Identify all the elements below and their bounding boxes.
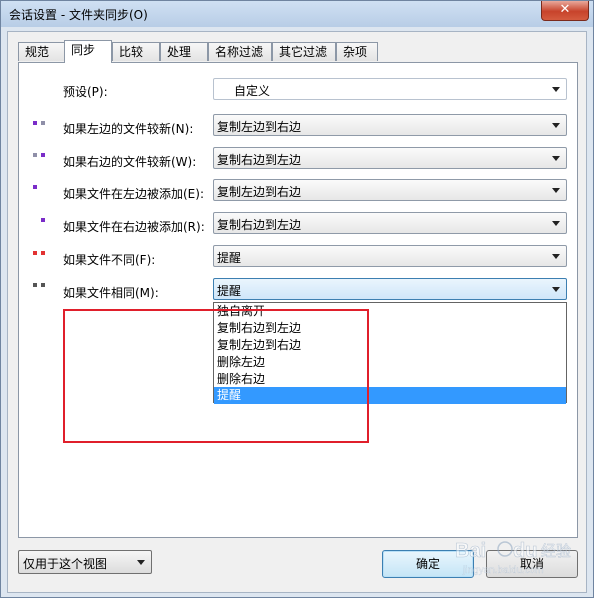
right-newer-select[interactable]: 复制右边到左边 [213, 147, 567, 169]
indicator-dot [41, 218, 45, 222]
indicator-dot [41, 121, 45, 125]
indicator-dot [33, 251, 37, 255]
rule-label-left-added: 如果文件在左边被添加(E): [63, 187, 204, 201]
rule-indicator-icon [33, 283, 47, 287]
indicator-dot [33, 185, 37, 189]
rule-label-right-newer: 如果右边的文件较新(W): [63, 155, 197, 169]
title-bar[interactable]: 会话设置 - 文件夹同步(O) ✕ [1, 1, 593, 27]
chevron-down-icon [552, 123, 560, 128]
chevron-down-icon [137, 560, 145, 565]
right-newer-value: 复制右边到左边 [217, 153, 302, 167]
rule-label-right-added: 如果文件在右边被添加(R): [63, 220, 205, 234]
rule-label-different: 如果文件不同(F): [63, 253, 156, 267]
dialog-client: 规范 同步 比较 处理 名称过滤 其它过滤 杂项 预设(P): 自定义 如果左边… [7, 31, 587, 593]
sync-panel: 预设(P): 自定义 如果左边的文件较新(N): 复制左边到右边 如果右边的文件… [18, 62, 578, 538]
dropdown-option-leave-alone[interactable]: 独自离开 [214, 303, 566, 320]
scope-select[interactable]: 仅用于这个视图 [18, 550, 152, 574]
preset-value: 自定义 [234, 84, 271, 98]
rule-indicator-icon [41, 218, 55, 222]
tab-handling[interactable]: 处理 [160, 42, 208, 61]
chevron-down-icon [552, 87, 560, 92]
rule-label-same: 如果文件相同(M): [63, 286, 159, 300]
indicator-dot [41, 251, 45, 255]
chevron-down-icon [552, 156, 560, 161]
tab-compare[interactable]: 比较 [112, 42, 160, 61]
left-newer-select[interactable]: 复制左边到右边 [213, 114, 567, 136]
watermark-site: 经验 [541, 542, 571, 560]
left-added-value: 复制左边到右边 [217, 185, 302, 199]
rule-indicator-icon [33, 185, 47, 189]
dropdown-option-copy-right-to-left[interactable]: 复制右边到左边 [214, 320, 566, 337]
chevron-down-icon [552, 188, 560, 193]
tab-sync[interactable]: 同步 [64, 40, 112, 63]
indicator-dot [41, 283, 45, 287]
indicator-dot [33, 283, 37, 287]
paw-icon [497, 541, 513, 557]
indicator-dot [33, 153, 37, 157]
preset-select[interactable]: 自定义 [213, 78, 567, 100]
different-value: 提醒 [217, 251, 242, 265]
baidu-watermark-logo: Bai du 经验 jingyan.baidu.com [455, 540, 572, 576]
chevron-down-icon [552, 287, 560, 292]
indicator-dot [41, 153, 45, 157]
right-added-value: 复制右边到左边 [217, 218, 302, 232]
same-value: 提醒 [217, 284, 242, 298]
rule-indicator-icon [33, 121, 47, 125]
preset-label: 预设(P): [63, 85, 108, 99]
chevron-down-icon [552, 254, 560, 259]
same-select[interactable]: 提醒 [213, 278, 567, 300]
different-select[interactable]: 提醒 [213, 245, 567, 267]
dropdown-option-delete-right[interactable]: 删除右边 [214, 371, 566, 388]
indicator-dot [33, 121, 37, 125]
left-added-select[interactable]: 复制左边到右边 [213, 179, 567, 201]
dropdown-option-delete-left[interactable]: 删除左边 [214, 354, 566, 371]
same-select-dropdown: 独自离开 复制右边到左边 复制左边到右边 删除左边 删除右边 提醒 [213, 302, 567, 404]
watermark-url: jingyan.baidu.com [462, 565, 544, 576]
tab-spec[interactable]: 规范 [18, 42, 66, 61]
dialog-window: 会话设置 - 文件夹同步(O) ✕ 规范 同步 比较 处理 名称过滤 其它过滤 … [0, 0, 594, 598]
dropdown-option-copy-left-to-right[interactable]: 复制左边到右边 [214, 337, 566, 354]
tab-name-filter[interactable]: 名称过滤 [208, 42, 272, 61]
left-newer-value: 复制左边到右边 [217, 120, 302, 134]
rule-indicator-icon [33, 153, 47, 157]
watermark-du: du [513, 540, 537, 562]
tab-other-filter[interactable]: 其它过滤 [272, 42, 336, 61]
rule-indicator-icon [33, 251, 47, 255]
watermark-brand: Bai [455, 540, 486, 562]
window-title: 会话设置 - 文件夹同步(O) [9, 8, 148, 22]
dropdown-option-remind[interactable]: 提醒 [214, 387, 566, 404]
right-added-select[interactable]: 复制右边到左边 [213, 212, 567, 234]
rule-label-left-newer: 如果左边的文件较新(N): [63, 122, 194, 136]
chevron-down-icon [552, 221, 560, 226]
close-button[interactable]: ✕ [541, 1, 589, 21]
tab-misc[interactable]: 杂项 [336, 42, 378, 61]
scope-value: 仅用于这个视图 [23, 557, 108, 571]
close-icon: ✕ [559, 2, 571, 17]
